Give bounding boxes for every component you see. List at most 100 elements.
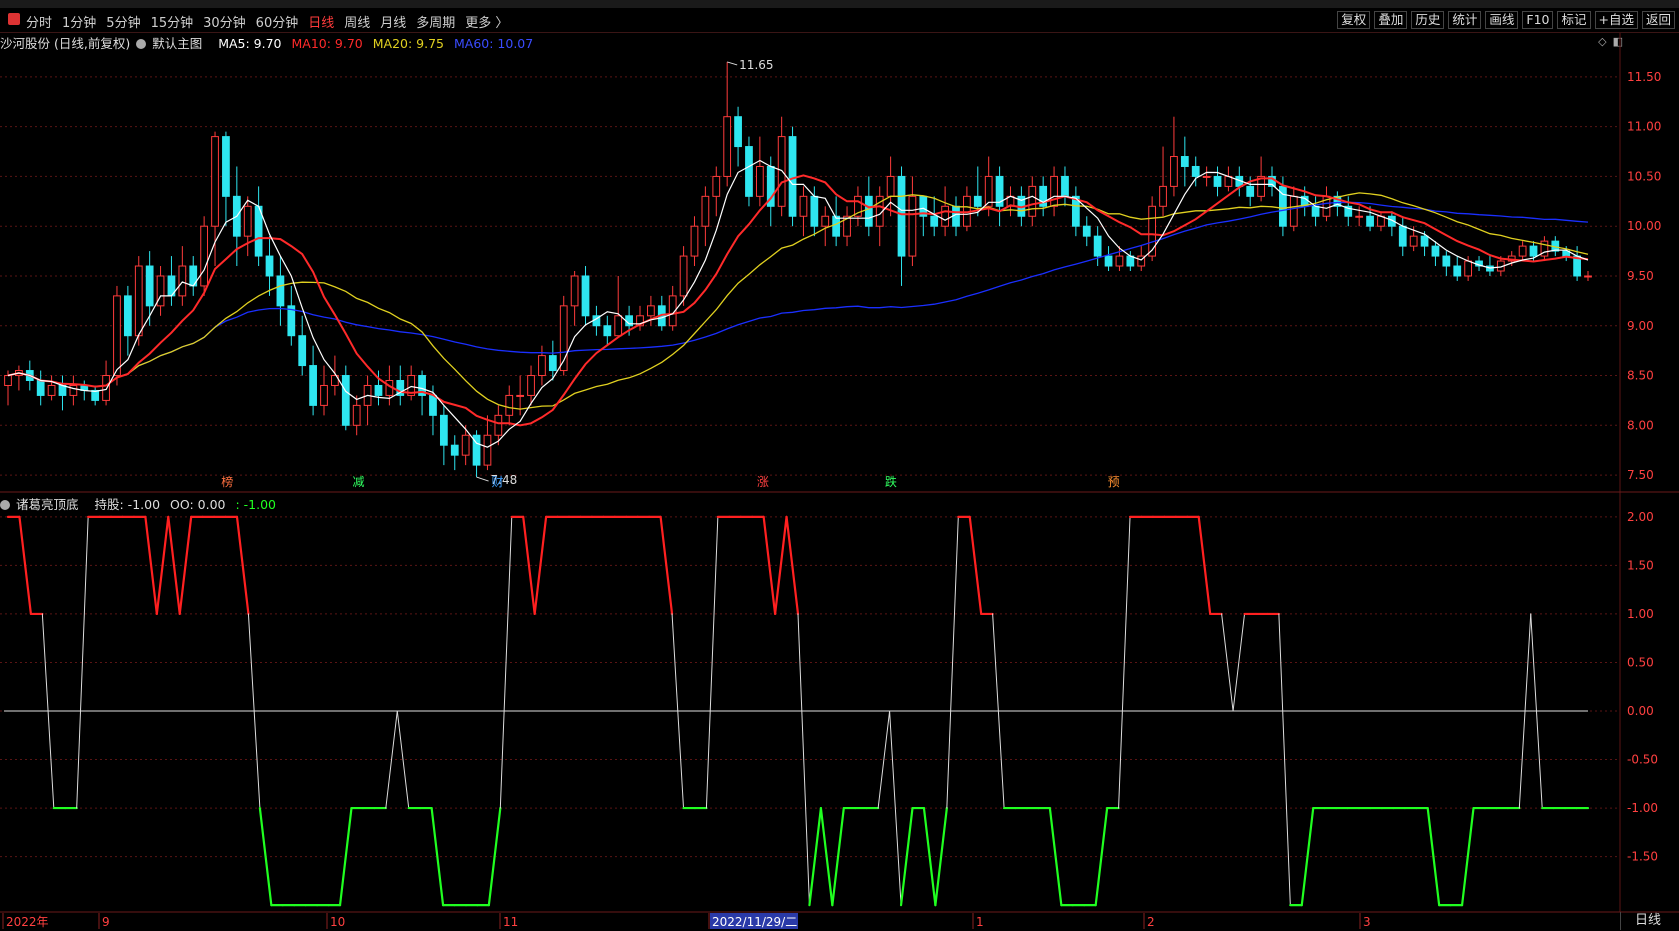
ma60-label: MA60: 10.07 bbox=[454, 36, 534, 51]
indicator-segment bbox=[522, 515, 536, 616]
period-tab[interactable]: 月线 bbox=[380, 12, 406, 31]
ma20-line bbox=[7, 192, 1589, 410]
event-marker: 财 bbox=[491, 475, 503, 489]
indicator-tick-label: -1.50 bbox=[1627, 850, 1658, 864]
candle-body bbox=[1235, 175, 1244, 187]
candle-body bbox=[385, 380, 394, 396]
toolbar: 分时 1分钟 5分钟 15分钟 30分钟 60分钟 日线 周线 月线 多周期 更多 〉 复权 叠加 历史… bbox=[0, 8, 1679, 33]
diamond-icon[interactable]: ◇ bbox=[1598, 35, 1606, 48]
indicator-segment bbox=[992, 613, 1005, 809]
candle-body bbox=[886, 175, 895, 197]
event-marker: 跌 bbox=[885, 474, 897, 489]
tool-button[interactable]: 返回 bbox=[1641, 11, 1675, 29]
event-marker: 预 bbox=[1108, 475, 1120, 489]
candle-body bbox=[1442, 255, 1451, 267]
candle-body bbox=[15, 370, 23, 377]
indicator-segment bbox=[889, 710, 902, 906]
tool-button[interactable]: F10 bbox=[1522, 11, 1554, 29]
candle-body bbox=[1453, 265, 1462, 277]
ma10-line bbox=[7, 174, 1589, 427]
candle-body bbox=[58, 384, 67, 396]
candle-body bbox=[755, 165, 764, 197]
indicator-segment bbox=[899, 806, 914, 907]
candle-body bbox=[897, 175, 906, 257]
indicator-segment bbox=[659, 515, 674, 616]
candle-body bbox=[1093, 235, 1102, 257]
bottom-period-tab[interactable]: 日线 bbox=[1620, 912, 1675, 930]
indicator-segment bbox=[1300, 806, 1315, 907]
candle-body bbox=[1518, 245, 1527, 257]
period-tab[interactable]: 30分钟 bbox=[203, 12, 246, 31]
indicator-segment bbox=[922, 806, 937, 907]
candle-body bbox=[1028, 185, 1037, 217]
candle-body bbox=[548, 355, 557, 372]
candle-body bbox=[701, 195, 710, 227]
event-marker: 减 bbox=[352, 475, 364, 489]
candle-body bbox=[1529, 245, 1538, 257]
candle-body bbox=[243, 205, 252, 237]
indicator-segment bbox=[808, 806, 822, 907]
period-tabs: 分时 1分钟 5分钟 15分钟 30分钟 60分钟 日线 周线 月线 多周期 更多 〉 bbox=[26, 12, 518, 31]
grid bbox=[0, 33, 1679, 913]
candle-body bbox=[1213, 175, 1222, 187]
candle-body bbox=[581, 275, 590, 317]
candle-body bbox=[374, 384, 383, 396]
candle-body bbox=[429, 394, 437, 416]
candle-body bbox=[1562, 250, 1571, 257]
indicator-segment bbox=[1232, 613, 1246, 712]
candle-body bbox=[1257, 175, 1265, 197]
price-tick-label: 10.00 bbox=[1627, 219, 1661, 233]
candle-body bbox=[657, 305, 666, 327]
period-tab[interactable]: 15分钟 bbox=[151, 12, 194, 31]
indicator-chart[interactable] bbox=[4, 515, 1590, 907]
candle-body bbox=[1464, 260, 1473, 277]
template-selector[interactable]: 默认主图 bbox=[136, 36, 208, 51]
x-tick-label: 2022年 bbox=[6, 915, 49, 929]
candle-body bbox=[396, 380, 405, 396]
candle-body bbox=[1377, 215, 1385, 227]
indicator-segment bbox=[819, 806, 834, 907]
candle-body bbox=[80, 384, 89, 391]
tool-button[interactable]: 历史 bbox=[1411, 11, 1445, 29]
indicator-segment bbox=[671, 613, 685, 809]
indicator-tick-label: 0.50 bbox=[1627, 655, 1654, 669]
candle-body bbox=[407, 375, 416, 396]
low-pointer bbox=[476, 476, 489, 482]
event-marker: 榜 bbox=[221, 474, 233, 489]
candle-body bbox=[647, 305, 655, 317]
indicator-segment bbox=[385, 710, 398, 809]
tool-button[interactable]: 统计 bbox=[1448, 11, 1482, 29]
indicator-selector[interactable]: 诸葛亮顶底 bbox=[0, 497, 85, 512]
period-tab[interactable]: 5分钟 bbox=[106, 12, 140, 31]
candle-body bbox=[745, 146, 753, 197]
candle-body bbox=[189, 265, 198, 287]
period-tab[interactable]: 日线 bbox=[308, 12, 334, 31]
high-pointer bbox=[727, 61, 738, 66]
candle-body bbox=[1333, 195, 1342, 207]
period-tab[interactable]: 60分钟 bbox=[256, 12, 299, 31]
period-tab[interactable]: 多周期 bbox=[416, 12, 455, 31]
tool-button[interactable]: 画线 bbox=[1485, 11, 1519, 29]
tool-button[interactable]: 复权 bbox=[1337, 11, 1371, 29]
price-chart[interactable]: 11.65 7.48 榜 减 财 涨 跌 预 bbox=[4, 58, 1592, 489]
indicator-segment bbox=[247, 613, 261, 809]
period-tab[interactable]: 更多 〉 bbox=[465, 12, 508, 31]
period-tab[interactable]: 周线 bbox=[344, 12, 370, 31]
candle-body bbox=[483, 434, 492, 466]
square-icon[interactable]: ◧ bbox=[1613, 35, 1623, 48]
candle-body bbox=[1584, 275, 1592, 278]
candle-body bbox=[843, 215, 851, 237]
candle-body bbox=[1148, 205, 1157, 257]
period-tab[interactable]: 1分钟 bbox=[62, 12, 96, 31]
window-top-strip bbox=[0, 0, 1679, 8]
indicator-segment bbox=[705, 516, 719, 809]
price-tick-label: 8.00 bbox=[1627, 418, 1654, 432]
period-tab[interactable]: 分时 bbox=[26, 12, 52, 31]
indicator-tick-label: 1.00 bbox=[1627, 607, 1654, 621]
tool-button[interactable]: 标记 bbox=[1557, 11, 1591, 29]
tool-button[interactable]: +自选 bbox=[1594, 11, 1638, 29]
tool-button[interactable]: 叠加 bbox=[1374, 11, 1408, 29]
chart-canvas[interactable]: 11.657.48榜减财涨跌预 11.5011.0010.5010.009.50… bbox=[0, 0, 1679, 931]
indicator-segment bbox=[487, 806, 502, 907]
candle-body bbox=[1344, 205, 1353, 217]
